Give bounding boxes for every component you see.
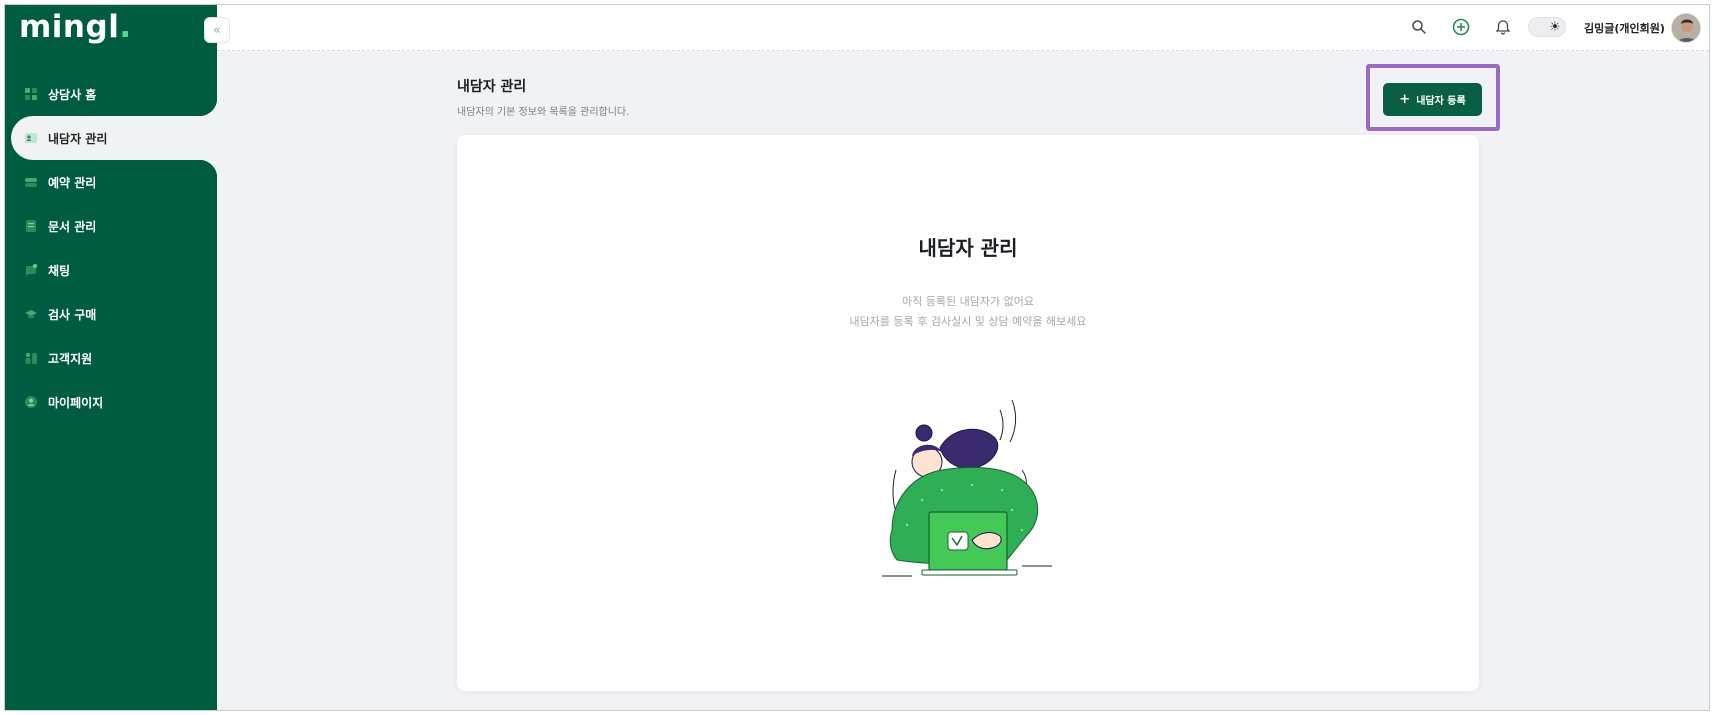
sidebar-item-documents[interactable]: 문서 관리 xyxy=(5,204,217,248)
search-icon[interactable] xyxy=(1409,17,1429,37)
sidebar-item-label: 내담자 관리 xyxy=(48,131,108,146)
chevron-double-left-icon: « xyxy=(213,22,221,38)
add-client-button[interactable]: + 내담자 등록 xyxy=(1383,83,1482,116)
sidebar: mingl. 상담사 홈 내담자 관리 예약 관리 문서 관리 채팅 검사 구매… xyxy=(5,5,217,710)
sidebar-item-test-purchase[interactable]: 검사 구매 xyxy=(5,292,217,336)
user-icon xyxy=(24,395,38,409)
sidebar-nav: 상담사 홈 내담자 관리 예약 관리 문서 관리 채팅 검사 구매 고객지원 마… xyxy=(5,72,217,424)
add-circle-icon[interactable] xyxy=(1451,17,1471,37)
empty-state-title: 내담자 관리 xyxy=(918,236,1018,260)
avatar[interactable] xyxy=(1671,13,1701,43)
sidebar-item-label: 문서 관리 xyxy=(48,219,97,234)
sidebar-item-support[interactable]: 고객지원 xyxy=(5,336,217,380)
sidebar-item-label: 마이페이지 xyxy=(48,395,104,410)
support-icon xyxy=(24,351,38,365)
app-window: mingl. 상담사 홈 내담자 관리 예약 관리 문서 관리 채팅 검사 구매… xyxy=(4,4,1710,711)
sidebar-item-home[interactable]: 상담사 홈 xyxy=(5,72,217,116)
add-client-button-label: 내담자 등록 xyxy=(1416,96,1466,107)
logo[interactable]: mingl. xyxy=(19,9,132,45)
plus-icon: + xyxy=(1399,92,1411,107)
document-icon xyxy=(24,219,38,233)
user-name[interactable]: 김밍글(개인회원) xyxy=(1584,20,1665,36)
sidebar-item-reservations[interactable]: 예약 관리 xyxy=(5,160,217,204)
page-subtitle: 내담자의 기본 정보와 목록을 관리합니다. xyxy=(457,107,630,118)
sun-icon: ☀ xyxy=(1549,19,1561,35)
client-card-icon xyxy=(24,131,38,145)
empty-state-illustration xyxy=(882,399,1052,577)
empty-state-message: 아직 등록된 내담자가 없어요 xyxy=(902,295,1034,308)
graduation-cap-icon xyxy=(24,307,38,321)
sidebar-item-mypage[interactable]: 마이페이지 xyxy=(5,380,217,424)
top-bar: ☀ 김밍글(개인회원) xyxy=(217,5,1709,51)
sidebar-item-clients[interactable]: 내담자 관리 xyxy=(11,98,217,178)
chat-icon xyxy=(24,263,38,277)
sidebar-item-chat[interactable]: 채팅 xyxy=(5,248,217,292)
bell-icon[interactable] xyxy=(1493,17,1513,37)
sidebar-item-label: 채팅 xyxy=(48,263,71,278)
sidebar-item-label: 검사 구매 xyxy=(48,307,97,322)
home-icon xyxy=(24,87,38,101)
empty-state-card: 내담자 관리 아직 등록된 내담자가 없어요 내담자를 등록 후 검사실시 및 … xyxy=(457,135,1479,691)
sidebar-item-label: 상담사 홈 xyxy=(48,87,97,102)
empty-state-hint: 내담자를 등록 후 검사실시 및 상담 예약을 해보세요 xyxy=(849,315,1087,328)
sidebar-item-label: 고객지원 xyxy=(48,351,93,366)
sidebar-collapse-button[interactable]: « xyxy=(204,17,230,43)
page-title: 내담자 관리 xyxy=(457,79,527,95)
theme-toggle[interactable]: ☀ xyxy=(1528,17,1566,37)
calendar-toggle-icon xyxy=(24,175,38,189)
sidebar-item-label: 예약 관리 xyxy=(48,175,97,190)
